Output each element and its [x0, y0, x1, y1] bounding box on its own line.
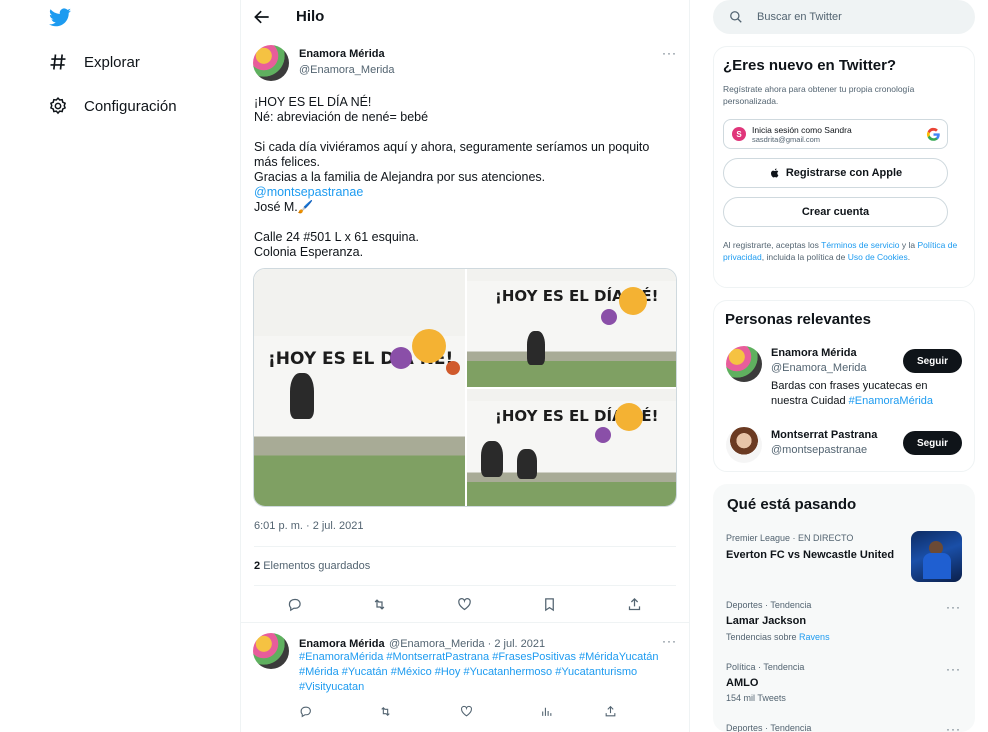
signup-subtitle: Regístrate ahora para obtener tu propia …	[723, 84, 915, 106]
trend-title: Everton FC vs Newcastle United	[726, 549, 895, 561]
follow-button[interactable]: Seguir	[903, 431, 962, 455]
tweet-photo[interactable]: ¡HOY ES EL DÍA NÉ!	[467, 389, 676, 506]
back-button[interactable]	[252, 7, 272, 27]
tweet-author-name[interactable]: Enamora Mérida	[299, 48, 385, 60]
analytics-icon[interactable]	[540, 705, 553, 723]
trend-meta: Deportes · Tendencia	[726, 600, 812, 610]
more-dots-icon[interactable]: ···	[946, 600, 961, 614]
person-name[interactable]: Montserrat Pastrana	[771, 429, 877, 441]
reply-icon[interactable]	[299, 705, 312, 723]
tweet-timestamp[interactable]: 6:01 p. m. · 2 jul. 2021	[254, 520, 363, 532]
trend-thumbnail[interactable]	[911, 531, 962, 582]
follow-button[interactable]: Seguir	[903, 349, 962, 373]
saves-stat[interactable]: 2 Elementos guardados	[254, 560, 370, 572]
share-icon[interactable]	[604, 705, 617, 723]
arrow-left-icon	[254, 10, 269, 24]
person-name[interactable]: Enamora Mérida	[771, 347, 857, 359]
apple-signup-label: Registrarse con Apple	[785, 167, 903, 179]
tweet-text: ¡HOY ES EL DÍA NÉ! Né: abreviación de ne…	[254, 95, 674, 260]
search-icon	[730, 11, 742, 23]
trends-title: Qué está pasando	[727, 496, 857, 513]
twitter-logo-icon[interactable]	[48, 6, 72, 30]
more-dots-icon[interactable]: ···	[662, 46, 677, 60]
reply-icon[interactable]	[287, 597, 302, 617]
more-dots-icon[interactable]: ···	[946, 662, 961, 676]
reply-hashtags[interactable]: #EnamoraMérida #MontserratPastrana #Fras…	[299, 650, 679, 695]
person-handle[interactable]: @Enamora_Merida	[771, 362, 867, 374]
signup-legal: Al registrarte, aceptas los Términos de …	[723, 239, 963, 263]
more-dots-icon[interactable]: ···	[946, 722, 961, 732]
apple-icon	[770, 168, 779, 178]
google-avatar: S	[732, 127, 746, 141]
apple-signup-button[interactable]: Registrarse con Apple	[723, 158, 948, 188]
search-input[interactable]: Buscar en Twitter	[757, 11, 842, 23]
bio-hashtag[interactable]: #EnamoraMérida	[849, 395, 933, 407]
page-title: Hilo	[296, 8, 325, 25]
person-handle[interactable]: @montsepastranae	[771, 444, 867, 456]
saves-label: Elementos guardados	[263, 560, 371, 572]
trend-meta: Política · Tendencia	[726, 662, 805, 672]
trend-meta: Premier League · EN DIRECTO	[726, 533, 854, 543]
create-account-label: Crear cuenta	[801, 206, 870, 218]
saves-count: 2	[254, 560, 261, 572]
retweet-icon[interactable]	[372, 597, 387, 617]
legal-text: , incluida la política de	[761, 252, 848, 262]
google-account-name: Inicia sesión como Sandra	[752, 124, 852, 135]
share-icon[interactable]	[627, 597, 642, 617]
tweet-media-grid[interactable]: ¡HOY ES EL DÍA NÉ! ¡HOY ES EL DÍA NÉ! ¡H…	[253, 268, 677, 507]
nav-settings[interactable]: Configuración	[48, 91, 177, 121]
tweet-author-handle[interactable]: @Enamora_Merida	[299, 64, 395, 76]
google-icon	[926, 127, 940, 141]
relevant-people-title: Personas relevantes	[725, 311, 871, 328]
like-icon[interactable]	[460, 705, 473, 723]
trend-sub-tag[interactable]: Ravens	[799, 632, 830, 642]
trend-title[interactable]: AMLO	[726, 677, 758, 689]
nav-explore-label: Explorar	[84, 53, 140, 71]
legal-text: Al registrarte, aceptas los	[723, 240, 822, 250]
avatar[interactable]	[253, 45, 289, 81]
legal-text: y la	[899, 240, 918, 250]
reply-author-name[interactable]: Enamora Mérida	[299, 638, 385, 650]
tweet-mention[interactable]: @montsepastranae	[254, 185, 363, 199]
avatar[interactable]	[253, 633, 289, 669]
tweet-text-part: José M.🖌️ Calle 24 #501 L x 61 esquina. …	[254, 200, 419, 259]
tweet-photo[interactable]: ¡HOY ES EL DÍA NÉ!	[467, 269, 676, 387]
google-signin-button[interactable]: S Inicia sesión como Sandra sasdrita@gma…	[723, 119, 948, 149]
cookies-link[interactable]: Uso de Cookies	[848, 252, 908, 262]
legal-text: .	[907, 252, 911, 262]
trend-subtext: 154 mil Tweets	[726, 693, 786, 703]
search-box[interactable]: Buscar en Twitter	[713, 0, 975, 34]
gear-icon	[49, 96, 67, 115]
retweet-icon[interactable]	[379, 705, 392, 723]
nav-settings-label: Configuración	[84, 97, 177, 115]
divider	[254, 585, 676, 586]
tweet-text-part: ¡HOY ES EL DÍA NÉ! Né: abreviación de ne…	[254, 95, 650, 184]
like-icon[interactable]	[457, 597, 472, 617]
tweet-photo[interactable]: ¡HOY ES EL DÍA NÉ!	[254, 269, 465, 506]
trend-sub-prefix: Tendencias sobre	[726, 632, 800, 642]
signup-title: ¿Eres nuevo en Twitter?	[723, 57, 897, 74]
terms-link[interactable]: Términos de servicio	[821, 240, 899, 250]
trend-subtext: Tendencias sobre Ravens	[726, 632, 830, 642]
nav-explore[interactable]: Explorar	[48, 47, 140, 77]
avatar[interactable]	[726, 427, 762, 463]
divider	[254, 546, 676, 547]
divider	[241, 622, 689, 623]
more-dots-icon[interactable]: ···	[662, 634, 677, 648]
google-account-email: sasdrita@gmail.com	[752, 134, 821, 144]
trend-title[interactable]: Lamar Jackson	[726, 615, 806, 627]
create-account-button[interactable]: Crear cuenta	[723, 197, 948, 227]
hashtag-icon	[50, 54, 66, 70]
reply-handle-date[interactable]: @Enamora_Merida · 2 jul. 2021	[389, 638, 545, 650]
trend-meta: Deportes · Tendencia	[726, 723, 812, 732]
avatar[interactable]	[726, 346, 762, 382]
bookmark-icon[interactable]	[542, 597, 557, 617]
person-bio: Bardas con frases yucatecas en nuestra C…	[771, 379, 961, 409]
